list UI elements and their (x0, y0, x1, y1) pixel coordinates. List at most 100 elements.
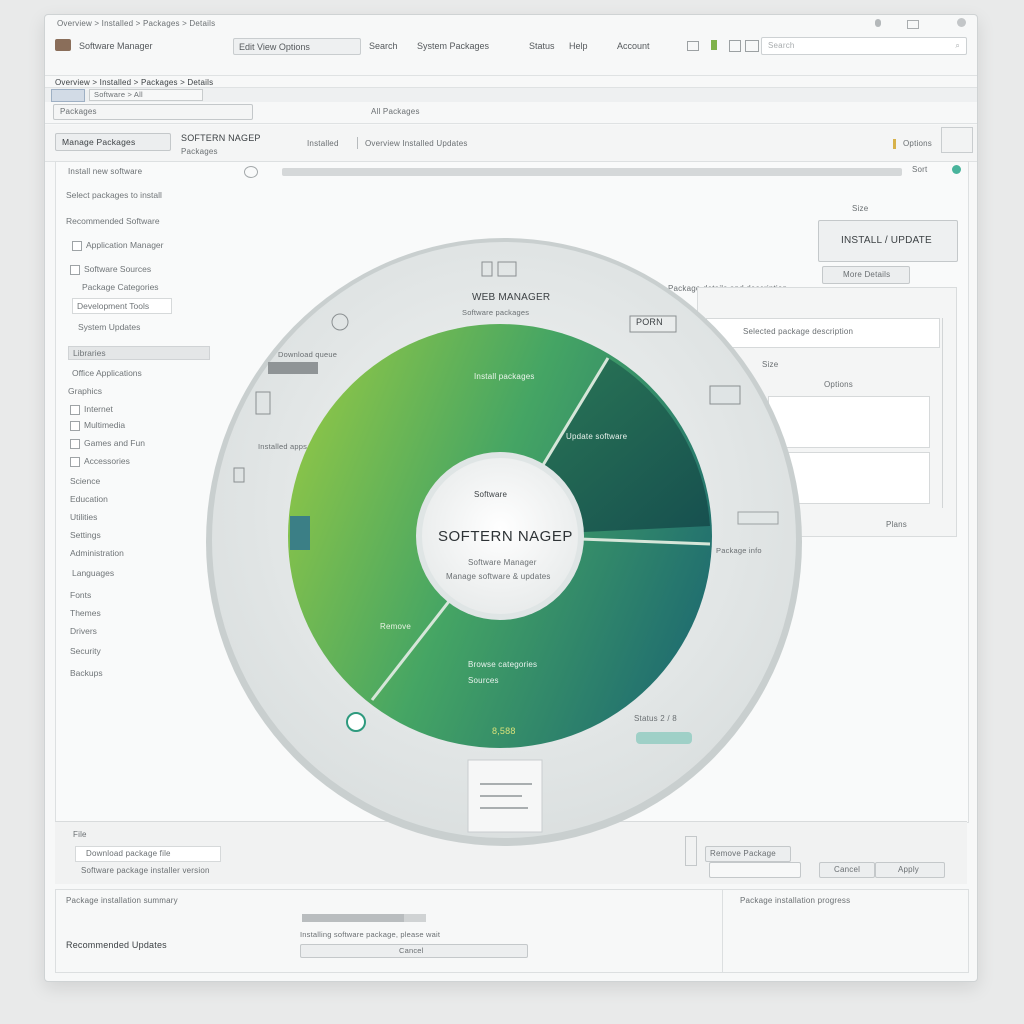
sidebar-selected-row[interactable]: Libraries (68, 346, 210, 360)
sidebar-item[interactable]: Backups (70, 668, 103, 678)
edge-label: Download queue (278, 350, 338, 359)
sidebar-item[interactable]: Settings (70, 530, 101, 540)
download-field[interactable]: Download package file (75, 846, 221, 862)
user-icon[interactable] (745, 40, 759, 52)
more-details-button[interactable]: More Details (822, 266, 910, 284)
install-update-label: INSTALL / UPDATE (841, 235, 932, 246)
menu-edit-view[interactable]: Edit View Options (239, 42, 310, 52)
search-input[interactable]: Search ⌕ (761, 37, 967, 55)
sub-label: All Packages (371, 107, 420, 116)
online-status-icon (952, 165, 961, 174)
sidebar-filter-field[interactable]: Development Tools (72, 298, 172, 314)
menu-search[interactable]: Search (369, 41, 398, 51)
status-left: Install new software (68, 167, 143, 176)
app-logo-icon (55, 39, 71, 51)
menu-software-manager[interactable]: Software Manager (79, 41, 153, 51)
sidebar-item[interactable]: Themes (70, 608, 101, 618)
pill-label: PORN (636, 317, 663, 327)
sidebar-item[interactable]: Languages (72, 568, 114, 578)
sidebar-item[interactable]: Education (70, 494, 108, 504)
maximize-icon[interactable] (907, 20, 919, 29)
install-update-button[interactable]: INSTALL / UPDATE (818, 220, 958, 262)
sidebar-item[interactable]: Recommended Software (66, 216, 160, 226)
sidebar-item[interactable]: Games and Fun (70, 438, 145, 449)
apply-label: Apply (898, 865, 920, 874)
center-line2: Manage software & updates (446, 572, 551, 581)
installer-version: Software package installer version (81, 866, 210, 875)
refresh-icon[interactable] (244, 166, 258, 178)
flag-icon (893, 139, 896, 149)
sub-tab-bar[interactable]: Packages (53, 104, 253, 120)
cancel-button[interactable]: Cancel (819, 862, 875, 878)
sidebar-item[interactable]: Office Applications (72, 368, 142, 378)
menu-account[interactable]: Account (617, 41, 650, 51)
refresh-cycle-icon (346, 712, 366, 732)
sidebar-item[interactable]: Utilities (70, 512, 97, 522)
progress-header: Package installation progress (740, 896, 851, 905)
sidebar-item[interactable]: Package Categories (82, 282, 159, 292)
path-field-text: Software > All (94, 90, 143, 99)
progress-cancel-button[interactable]: Cancel (300, 944, 528, 958)
grid-icon[interactable] (687, 41, 699, 51)
menu-help[interactable]: Help (569, 41, 588, 51)
close-icon[interactable] (957, 18, 966, 27)
segment-label-browse[interactable]: Browse categories (468, 660, 537, 669)
center-line1: Software Manager (468, 558, 537, 567)
search-placeholder: Search (768, 41, 795, 50)
download-field-text: Download package file (86, 849, 171, 858)
device-icon (290, 516, 310, 550)
manage-packages-button[interactable]: Manage Packages (55, 133, 171, 151)
search-icon[interactable]: ⌕ (955, 41, 960, 51)
menu-status[interactable]: Status (529, 41, 555, 51)
edge-label: Status 2 / 8 (634, 714, 677, 723)
sidebar-item[interactable]: Accessories (70, 456, 130, 467)
toggle-icon (636, 732, 692, 744)
options-label[interactable]: Options (903, 139, 932, 148)
settings-icon[interactable] (729, 40, 741, 52)
remove-package-label: Remove Package (710, 849, 776, 858)
divider (357, 137, 358, 149)
path-field[interactable]: Software > All (89, 89, 203, 101)
filter-label[interactable]: Overview Installed Updates (365, 139, 468, 148)
summary-header: Package installation summary (66, 896, 178, 905)
segment-label-remove[interactable]: Remove (380, 622, 411, 631)
sidebar-item[interactable]: Multimedia (70, 420, 125, 431)
install-progress-fill (302, 914, 404, 922)
sidebar-item[interactable]: Software Sources (70, 264, 151, 275)
sidebar-item[interactable]: Science (70, 476, 100, 486)
sidebar-item[interactable]: Administration (70, 548, 124, 558)
package-name-field[interactable] (709, 862, 801, 878)
sidebar-item[interactable]: System Updates (78, 322, 140, 332)
info-icon[interactable] (875, 19, 881, 27)
status-icon[interactable] (711, 40, 717, 50)
progress-caption: Installing software package, please wait (300, 930, 441, 939)
summary-panel: Package installation summary Package ins… (55, 889, 969, 973)
sort-label[interactable]: Sort (912, 165, 927, 174)
segment-label-update[interactable]: Update software (566, 432, 627, 441)
edge-label: Installed apps (258, 442, 308, 451)
software-disc[interactable]: WEB MANAGER Software packages PORN Softw… (204, 236, 804, 848)
panel-title: SOFTERN NAGEP (181, 133, 261, 143)
scrollbar[interactable] (942, 318, 949, 508)
sidebar-item[interactable]: Internet (70, 404, 113, 415)
cancel-label: Cancel (834, 865, 861, 874)
ring-title: WEB MANAGER (472, 292, 551, 303)
segment-label-install[interactable]: Install packages (474, 372, 535, 381)
tab-strip: Software > All (45, 87, 977, 102)
menu-system-packages[interactable]: System Packages (417, 41, 489, 51)
divider (722, 890, 723, 972)
title-bar: Overview > Installed > Packages > Detail… (45, 15, 977, 35)
sidebar-header: Select packages to install (66, 190, 162, 200)
options-badge[interactable]: Options (824, 380, 853, 389)
apply-button[interactable]: Apply (875, 862, 945, 878)
sidebar-item[interactable]: Graphics (68, 386, 102, 396)
sidebar-item[interactable]: Security (70, 646, 101, 656)
sidebar-item[interactable]: Application Manager (72, 240, 164, 251)
bottom-value: 8,588 (492, 726, 516, 736)
sidebar-item[interactable]: Drivers (70, 626, 97, 636)
panel-subtitle: Packages (181, 147, 218, 156)
sidebar-item[interactable]: Fonts (70, 590, 91, 600)
panel-menu-button[interactable] (941, 127, 973, 153)
remove-package-button[interactable]: Remove Package (705, 846, 791, 862)
segment-label-sources[interactable]: Sources (468, 676, 499, 685)
